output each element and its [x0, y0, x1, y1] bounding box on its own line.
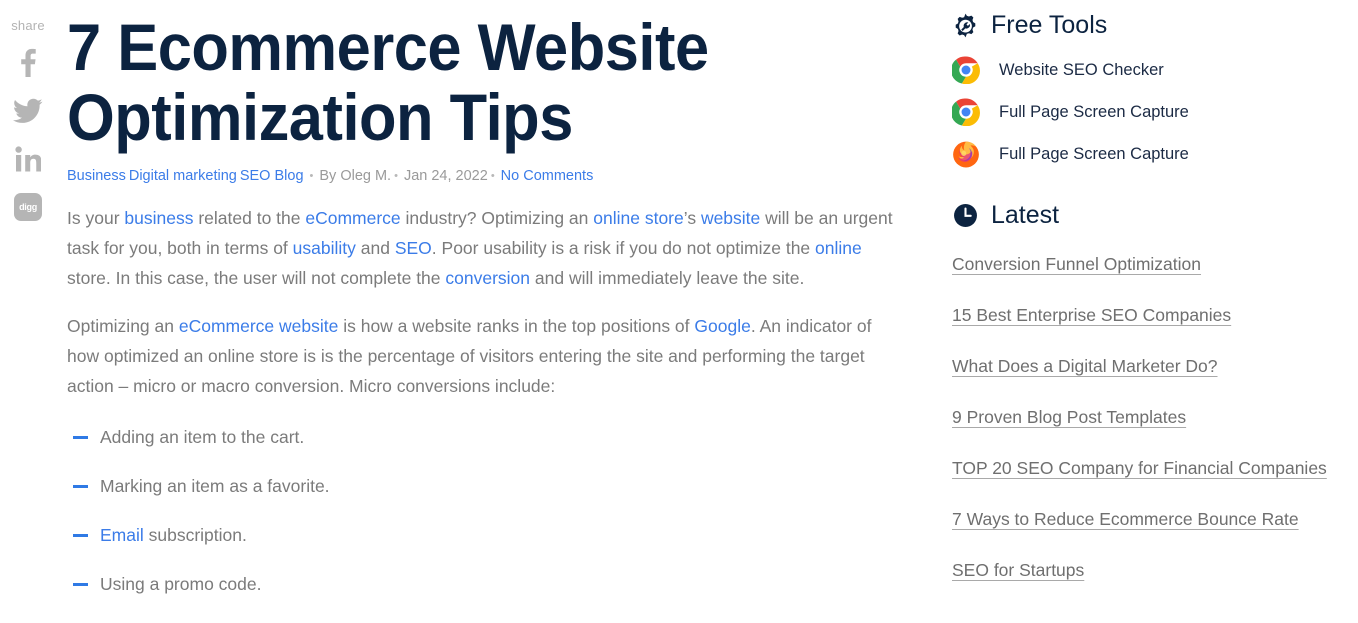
page-title: 7 Ecommerce Website Optimization Tips: [67, 10, 709, 154]
comments-link[interactable]: No Comments: [501, 168, 594, 184]
list-item: Email subscription.: [67, 523, 907, 547]
list-item: Adding an item to the cart.: [67, 425, 907, 449]
post-categories: Business Digital marketing SEO Blog: [67, 168, 307, 184]
digg-share-button[interactable]: digg: [11, 190, 45, 224]
bullet-dash-icon: [73, 436, 88, 440]
paragraph-1: Is your business related to the eCommerc…: [67, 208, 893, 289]
list-item: Marking an item as a favorite.: [67, 474, 907, 498]
micro-conversions-list: Adding an item to the cart. Marking an it…: [67, 425, 907, 596]
list-item[interactable]: Website SEO Checker: [950, 56, 1352, 85]
meta-separator: •: [394, 170, 398, 183]
latest-post-link[interactable]: Conversion Funnel Optimization: [952, 254, 1201, 274]
facebook-icon: [21, 48, 36, 77]
inline-link[interactable]: Email: [100, 525, 144, 545]
category-link-digital-marketing[interactable]: Digital marketing: [129, 168, 237, 184]
digg-badge-label: digg: [19, 201, 37, 212]
latest-post-link[interactable]: 7 Ways to Reduce Ecommerce Bounce Rate: [952, 509, 1299, 529]
free-tool-link[interactable]: Full Page Screen Capture: [999, 101, 1189, 123]
category-link-business[interactable]: Business: [67, 168, 126, 184]
latest-posts-list: Conversion Funnel Optimization 15 Best En…: [952, 250, 1352, 584]
inline-link[interactable]: SEO: [395, 238, 432, 258]
twitter-share-button[interactable]: [11, 94, 45, 128]
meta-separator: •: [309, 170, 314, 183]
list-item: Conversion Funnel Optimization: [952, 250, 1352, 278]
free-tools-widget: Free Tools Website SEO Checker Full Page…: [950, 0, 1352, 168]
free-tools-title: Free Tools: [952, 0, 1352, 42]
share-label: share: [11, 18, 45, 33]
facebook-share-button[interactable]: [11, 46, 45, 80]
latest-title: Latest: [952, 190, 1352, 232]
bullet-dash-icon: [73, 485, 88, 489]
post-meta: Business Digital marketing SEO Blog • By Ole…: [67, 167, 907, 185]
article-column: 7 Ecommerce Website Optimization Tips Bu…: [67, 0, 907, 621]
firefox-icon: [952, 140, 980, 168]
list-item[interactable]: Full Page Screen Capture: [950, 98, 1352, 127]
latest-post-link[interactable]: TOP 20 SEO Company for Financial Compani…: [952, 458, 1327, 478]
bullet-dash-icon: [73, 583, 88, 587]
inline-link[interactable]: conversion: [445, 268, 530, 288]
twitter-icon: [13, 98, 43, 123]
latest-post-link[interactable]: What Does a Digital Marketer Do?: [952, 356, 1218, 376]
post-date: Jan 24, 2022: [403, 168, 488, 184]
latest-widget: Latest Conversion Funnel Optimization 15 …: [952, 190, 1352, 584]
list-item: Using a promo code.: [67, 572, 907, 596]
latest-post-link[interactable]: SEO for Startups: [952, 560, 1084, 580]
list-item: 7 Ways to Reduce Ecommerce Bounce Rate: [952, 505, 1352, 533]
latest-post-link[interactable]: 15 Best Enterprise SEO Companies: [952, 305, 1231, 325]
category-link-seo-blog[interactable]: SEO Blog: [240, 168, 304, 184]
sidebar: Free Tools Website SEO Checker Full Page…: [950, 0, 1352, 607]
latest-title-text: Latest: [991, 201, 1060, 229]
gear-icon: [952, 12, 978, 38]
post-author: By Oleg M.: [319, 168, 392, 184]
free-tool-link[interactable]: Website SEO Checker: [999, 59, 1164, 81]
clock-icon: [952, 202, 978, 228]
paragraph-2: Optimizing an eCommerce website is how a…: [67, 316, 872, 397]
inline-link[interactable]: website: [701, 208, 760, 228]
digg-icon: digg: [14, 193, 42, 221]
social-share-rail: share digg: [0, 0, 56, 238]
list-item: 15 Best Enterprise SEO Companies: [952, 301, 1352, 329]
chrome-icon: [950, 98, 980, 127]
free-tools-list: Website SEO Checker Full Page Screen Cap…: [950, 56, 1352, 168]
linkedin-share-button[interactable]: [11, 142, 45, 176]
free-tool-link[interactable]: Full Page Screen Capture: [999, 143, 1189, 165]
meta-separator: •: [490, 170, 495, 183]
inline-link[interactable]: Google: [694, 316, 750, 336]
bullet-dash-icon: [73, 534, 88, 538]
inline-link[interactable]: eCommerce website: [179, 316, 339, 336]
inline-link[interactable]: online: [815, 238, 862, 258]
list-item: SEO for Startups: [952, 556, 1352, 584]
list-item: What Does a Digital Marketer Do?: [952, 352, 1352, 380]
free-tools-title-text: Free Tools: [991, 11, 1108, 39]
latest-post-link[interactable]: 9 Proven Blog Post Templates: [952, 407, 1186, 427]
list-item[interactable]: Full Page Screen Capture: [952, 140, 1352, 168]
list-item: TOP 20 SEO Company for Financial Compani…: [952, 454, 1352, 482]
list-item: 9 Proven Blog Post Templates: [952, 403, 1352, 431]
inline-link[interactable]: usability: [293, 238, 356, 258]
chrome-icon: [950, 56, 980, 85]
blog-post-page: share digg 7 Ecommerce Website Optimizat…: [0, 0, 1358, 623]
inline-link[interactable]: business: [124, 208, 193, 228]
linkedin-icon: [15, 146, 41, 172]
inline-link[interactable]: eCommerce: [305, 208, 400, 228]
inline-link[interactable]: online store: [593, 208, 683, 228]
